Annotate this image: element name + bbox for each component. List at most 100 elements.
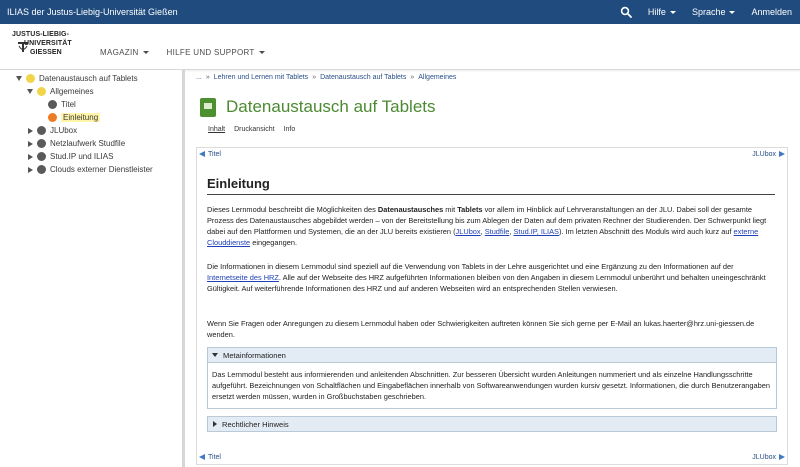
language-menu-label: Sprache: [691, 7, 726, 17]
tree-item-label: Titel: [61, 100, 76, 109]
prev-page-link[interactable]: Titel: [199, 151, 221, 158]
paragraph-info: Die Informationen in diesem Lernmodul si…: [207, 262, 766, 293]
breadcrumb-item[interactable]: Lehren und Lernen mit Tablets: [214, 74, 308, 81]
link-studfile[interactable]: Studfile: [485, 227, 510, 236]
chevron-down-icon: [729, 10, 736, 14]
collapse-arrow-icon[interactable]: [28, 140, 33, 147]
help-menu-label: Hilfe: [647, 7, 666, 17]
paragraph-intro: Dieses Lernmodul beschreibt die Möglichk…: [207, 205, 767, 247]
login-link[interactable]: Anmelden: [743, 0, 800, 24]
help-menu[interactable]: Hilfe: [640, 0, 684, 24]
main-content: ... » Lehren und Lernen mit Tablets » Da…: [188, 70, 800, 467]
header: JUSTUS-LIEBIG- UNIVERSITÄT GIESSEN MAGAZ…: [0, 24, 800, 70]
collapse-arrow-icon[interactable]: [28, 153, 33, 160]
chevron-down-icon: [258, 51, 265, 54]
nav-magazin-label: MAGAZIN: [100, 48, 139, 57]
nav-help-support[interactable]: HILFE UND SUPPORT: [167, 48, 265, 57]
accordion-metainformation: Metainformationen Das Lernmodul besteht …: [207, 347, 777, 409]
expanded-arrow-icon: [212, 353, 218, 357]
breadcrumb: ... » Lehren und Lernen mit Tablets » Da…: [196, 74, 457, 81]
main-nav: MAGAZIN HILFE UND SUPPORT: [100, 48, 265, 57]
expand-arrow-icon[interactable]: [16, 76, 22, 81]
tab-inhalt[interactable]: Inhalt: [208, 126, 225, 133]
chapter-icon: [37, 87, 46, 96]
top-bar: ILIAS der Justus-Liebig-Universität Gieß…: [0, 0, 800, 24]
tree-item-clouds[interactable]: Clouds externer Dienstleister: [27, 163, 153, 176]
tree-item-allgemeines[interactable]: Allgemeines: [27, 85, 94, 98]
next-page-link[interactable]: JLUbox: [752, 454, 785, 461]
learning-module-icon: [26, 74, 35, 83]
chevron-down-icon: [142, 51, 149, 54]
paragraph-contact: Wenn Sie Fragen oder Anregungen zu diese…: [207, 319, 755, 339]
breadcrumb-ellipsis[interactable]: ...: [196, 74, 202, 81]
chapter-icon: [37, 165, 46, 174]
accordion-title: Rechtlicher Hinweis: [222, 419, 289, 429]
tree-item-titel[interactable]: Titel: [48, 98, 76, 111]
page-nav-top: Titel JLUbox: [197, 148, 787, 160]
tree-item-label: Einleitung: [61, 113, 101, 122]
accordion-body: Das Lernmodul besteht aus informierenden…: [208, 362, 776, 408]
page-title: Datenaustausch auf Tablets: [226, 97, 436, 116]
tree-item-studfile[interactable]: Netzlaufwerk Studfile: [27, 137, 125, 150]
accordion-header-legal[interactable]: Rechtlicher Hinweis: [208, 417, 776, 431]
current-page-icon: [48, 113, 57, 122]
tab-info[interactable]: Info: [284, 126, 296, 133]
tree-item-label: Stud.IP und ILIAS: [50, 152, 114, 161]
prev-page-label: Titel: [208, 150, 221, 158]
page-nav-bottom: Titel JLUbox: [197, 451, 787, 463]
logo-text-line3: GIESSEN: [30, 49, 62, 56]
nav-help-support-label: HILFE UND SUPPORT: [166, 48, 255, 57]
explorer-tree: Datenaustausch auf Tablets Allgemeines T…: [0, 70, 185, 467]
tree-item-datenaustausch[interactable]: Datenaustausch auf Tablets: [16, 72, 138, 85]
link-hrz-website[interactable]: Internetseite des HRZ: [207, 273, 279, 282]
tree-item-label: JLUbox: [50, 126, 78, 135]
learning-module-icon: [200, 97, 216, 117]
chapter-icon: [37, 139, 46, 148]
content-panel: Titel JLUbox Einleitung Dieses Lernmodul…: [196, 147, 788, 465]
site-title[interactable]: ILIAS der Justus-Liebig-Universität Gieß…: [0, 7, 612, 17]
language-menu[interactable]: Sprache: [684, 0, 744, 24]
chapter-icon: [37, 152, 46, 161]
nav-magazin[interactable]: MAGAZIN: [100, 48, 149, 57]
page-header: Datenaustausch auf Tablets: [200, 97, 436, 117]
tree-item-label: Clouds externer Dienstleister: [50, 165, 153, 174]
tree-item-label: Allgemeines: [50, 87, 94, 96]
arrow-left-icon: [199, 151, 205, 157]
prev-page-link[interactable]: Titel: [199, 454, 221, 461]
tab-druckansicht[interactable]: Druckansicht: [234, 126, 274, 133]
chapter-icon: [37, 126, 46, 135]
collapse-arrow-icon[interactable]: [28, 166, 33, 173]
breadcrumb-item[interactable]: Datenaustausch auf Tablets: [320, 74, 406, 81]
next-page-label: JLUbox: [752, 150, 776, 158]
section-heading: Einleitung: [207, 176, 775, 195]
tree-item-jlubox[interactable]: JLUbox: [27, 124, 77, 137]
collapse-arrow-icon[interactable]: [28, 127, 33, 134]
expand-arrow-icon[interactable]: [27, 89, 33, 94]
tree-item-studip-ilias[interactable]: Stud.IP und ILIAS: [27, 150, 113, 163]
breadcrumb-item[interactable]: Allgemeines: [418, 74, 456, 81]
tree-item-label: Netzlaufwerk Studfile: [50, 139, 126, 148]
accordion-header-metainformation[interactable]: Metainformationen: [208, 348, 776, 362]
arrow-right-icon: [779, 454, 785, 460]
tree-item-einleitung[interactable]: Einleitung: [48, 111, 101, 124]
prev-page-label: Titel: [208, 453, 221, 461]
search-button[interactable]: [612, 0, 640, 24]
page-icon: [48, 100, 57, 109]
tab-bar: Inhalt Druckansicht Info: [208, 126, 295, 133]
chevron-down-icon: [669, 10, 676, 14]
university-logo[interactable]: JUSTUS-LIEBIG- UNIVERSITÄT GIESSEN: [12, 31, 72, 63]
arrow-left-icon: [199, 454, 205, 460]
next-page-label: JLUbox: [752, 453, 776, 461]
next-page-link[interactable]: JLUbox: [752, 151, 785, 158]
logo-text-line2: UNIVERSITÄT: [24, 40, 72, 47]
link-studip-ilias[interactable]: Stud.IP, ILIAS: [513, 227, 558, 236]
search-icon: [620, 6, 632, 18]
accordion-title: Metainformationen: [223, 350, 286, 360]
logo-text-line1: JUSTUS-LIEBIG-: [12, 31, 70, 38]
page-content: Einleitung Dieses Lernmodul beschreibt d…: [207, 176, 779, 432]
arrow-right-icon: [779, 151, 785, 157]
accordion-legal-notice: Rechtlicher Hinweis: [207, 416, 777, 432]
collapsed-arrow-icon: [213, 421, 217, 427]
link-jlubox[interactable]: JLUbox: [456, 227, 481, 236]
tree-item-label: Datenaustausch auf Tablets: [39, 74, 138, 83]
